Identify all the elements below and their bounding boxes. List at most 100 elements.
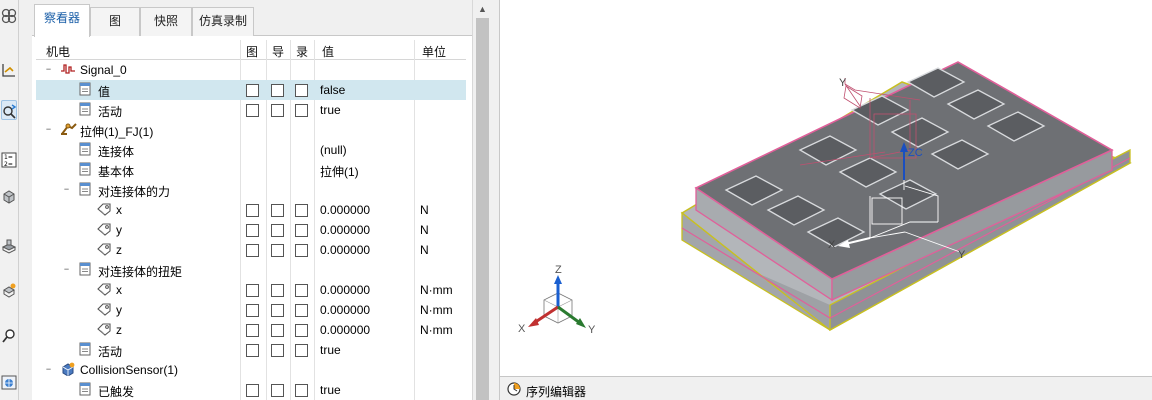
export-checkbox[interactable]	[271, 384, 284, 397]
tree-row[interactable]: − 对连接体的扭矩	[36, 260, 466, 280]
row-value[interactable]: true	[320, 343, 341, 357]
row-value[interactable]: 拉伸(1)	[320, 163, 359, 180]
row-value[interactable]: true	[320, 383, 341, 397]
history-list-icon[interactable]: 1= 2=	[1, 150, 17, 170]
tree-row[interactable]: y 0.000000 N	[36, 220, 466, 240]
row-value[interactable]: 0.000000	[320, 323, 370, 337]
constraint-navigator-icon[interactable]	[1, 60, 17, 80]
tree-row[interactable]: 值 false	[36, 80, 466, 100]
column-header-export[interactable]: 导	[272, 43, 284, 60]
left-toolbar: 1= 2=	[0, 0, 19, 400]
tree-row[interactable]: − 对连接体的力	[36, 180, 466, 200]
graph-checkbox[interactable]	[246, 84, 259, 97]
tab-sim-recording[interactable]: 仿真录制	[192, 7, 254, 36]
export-checkbox[interactable]	[271, 104, 284, 117]
graph-checkbox[interactable]	[246, 384, 259, 397]
tree-row[interactable]: 活动 true	[36, 340, 466, 360]
row-value[interactable]: 0.000000	[320, 243, 370, 257]
row-value[interactable]: 0.000000	[320, 303, 370, 317]
model-view[interactable]: X Y ZC Y Z X Y	[500, 0, 1152, 376]
graph-checkbox[interactable]	[246, 344, 259, 357]
web-browser-icon[interactable]	[1, 372, 17, 392]
row-name: 活动	[98, 345, 123, 359]
record-checkbox[interactable]	[295, 384, 308, 397]
prop-node-icon	[78, 142, 92, 159]
tab-viewer[interactable]: 察看器	[34, 4, 90, 37]
hd3d-tools-icon[interactable]	[1, 280, 17, 300]
graph-checkbox[interactable]	[246, 104, 259, 117]
graph-checkbox[interactable]	[246, 324, 259, 337]
collapse-toggle-icon[interactable]: −	[62, 185, 71, 195]
row-value[interactable]: 0.000000	[320, 203, 370, 217]
assembly-navigator-icon[interactable]	[1, 6, 17, 26]
export-checkbox[interactable]	[271, 344, 284, 357]
part-icon[interactable]	[1, 186, 17, 206]
export-checkbox[interactable]	[271, 84, 284, 97]
record-checkbox[interactable]	[295, 84, 308, 97]
tag-node-icon	[96, 222, 114, 239]
tree-row[interactable]: z 0.000000 N	[36, 240, 466, 260]
tree-row[interactable]: z 0.000000 N·mm	[36, 320, 466, 340]
graphics-viewport[interactable]: X Y ZC Y Z X Y	[500, 0, 1152, 376]
record-checkbox[interactable]	[295, 224, 308, 237]
export-checkbox[interactable]	[271, 224, 284, 237]
collapse-toggle-icon[interactable]: −	[62, 265, 71, 275]
tree-row[interactable]: y 0.000000 N·mm	[36, 300, 466, 320]
export-checkbox[interactable]	[271, 204, 284, 217]
panel-splitter[interactable]	[492, 0, 500, 400]
record-checkbox[interactable]	[295, 324, 308, 337]
column-header-unit[interactable]: 单位	[422, 43, 446, 60]
row-name: CollisionSensor(1)	[80, 363, 179, 377]
column-header-record[interactable]: 录	[296, 43, 308, 60]
sequence-editor-tab[interactable]: 序列编辑器	[500, 376, 1152, 400]
record-checkbox[interactable]	[295, 104, 308, 117]
tree-row[interactable]: x 0.000000 N	[36, 200, 466, 220]
record-checkbox[interactable]	[295, 244, 308, 257]
tree-row[interactable]: x 0.000000 N·mm	[36, 280, 466, 300]
tab-graph[interactable]: 图	[90, 7, 140, 36]
tree-row[interactable]: − Signal_0	[36, 60, 466, 80]
collapse-toggle-icon[interactable]: −	[44, 125, 53, 135]
graph-checkbox[interactable]	[246, 204, 259, 217]
navigator-scrollbar[interactable]: ▲	[472, 0, 492, 400]
tree-row[interactable]: − 拉伸(1)_FJ(1)	[36, 120, 466, 140]
tab-snapshot[interactable]: 快照	[140, 7, 192, 36]
column-header-mechatronics[interactable]: 机电	[46, 43, 70, 60]
graph-checkbox[interactable]	[246, 244, 259, 257]
physics-navigator-icon[interactable]	[1, 100, 17, 120]
row-unit: N·mm	[420, 283, 453, 297]
column-header-value[interactable]: 值	[322, 43, 334, 60]
record-checkbox[interactable]	[295, 284, 308, 297]
row-value[interactable]: true	[320, 103, 341, 117]
export-checkbox[interactable]	[271, 284, 284, 297]
column-header-graph[interactable]: 图	[246, 43, 258, 60]
export-checkbox[interactable]	[271, 304, 284, 317]
tree-row[interactable]: 基本体 拉伸(1)	[36, 160, 466, 180]
graph-checkbox[interactable]	[246, 224, 259, 237]
row-value[interactable]: (null)	[320, 143, 347, 157]
record-checkbox[interactable]	[295, 204, 308, 217]
reuse-library-icon[interactable]	[1, 236, 17, 256]
tree-row[interactable]: 连接体 (null)	[36, 140, 466, 160]
search-icon[interactable]	[1, 326, 17, 346]
record-checkbox[interactable]	[295, 344, 308, 357]
joint-node-icon	[60, 122, 78, 139]
row-value[interactable]: 0.000000	[320, 223, 370, 237]
tree-row[interactable]: − CollisionSensor(1)	[36, 360, 466, 380]
collapse-toggle-icon[interactable]: −	[44, 365, 53, 375]
export-checkbox[interactable]	[271, 324, 284, 337]
scroll-up-icon[interactable]: ▲	[478, 4, 487, 14]
tree-row[interactable]: 活动 true	[36, 100, 466, 120]
export-checkbox[interactable]	[271, 244, 284, 257]
graph-checkbox[interactable]	[246, 304, 259, 317]
tree-row[interactable]: 已触发 true	[36, 380, 466, 400]
graph-checkbox[interactable]	[246, 284, 259, 297]
row-value[interactable]: 0.000000	[320, 283, 370, 297]
tag-node-icon	[96, 242, 114, 259]
row-unit: N	[420, 203, 429, 217]
row-value[interactable]: false	[320, 83, 345, 97]
grid-header: 机电 图 导 录 值 单位	[36, 40, 466, 60]
record-checkbox[interactable]	[295, 304, 308, 317]
scrollbar-thumb[interactable]	[476, 18, 489, 400]
collapse-toggle-icon[interactable]: −	[44, 65, 53, 75]
